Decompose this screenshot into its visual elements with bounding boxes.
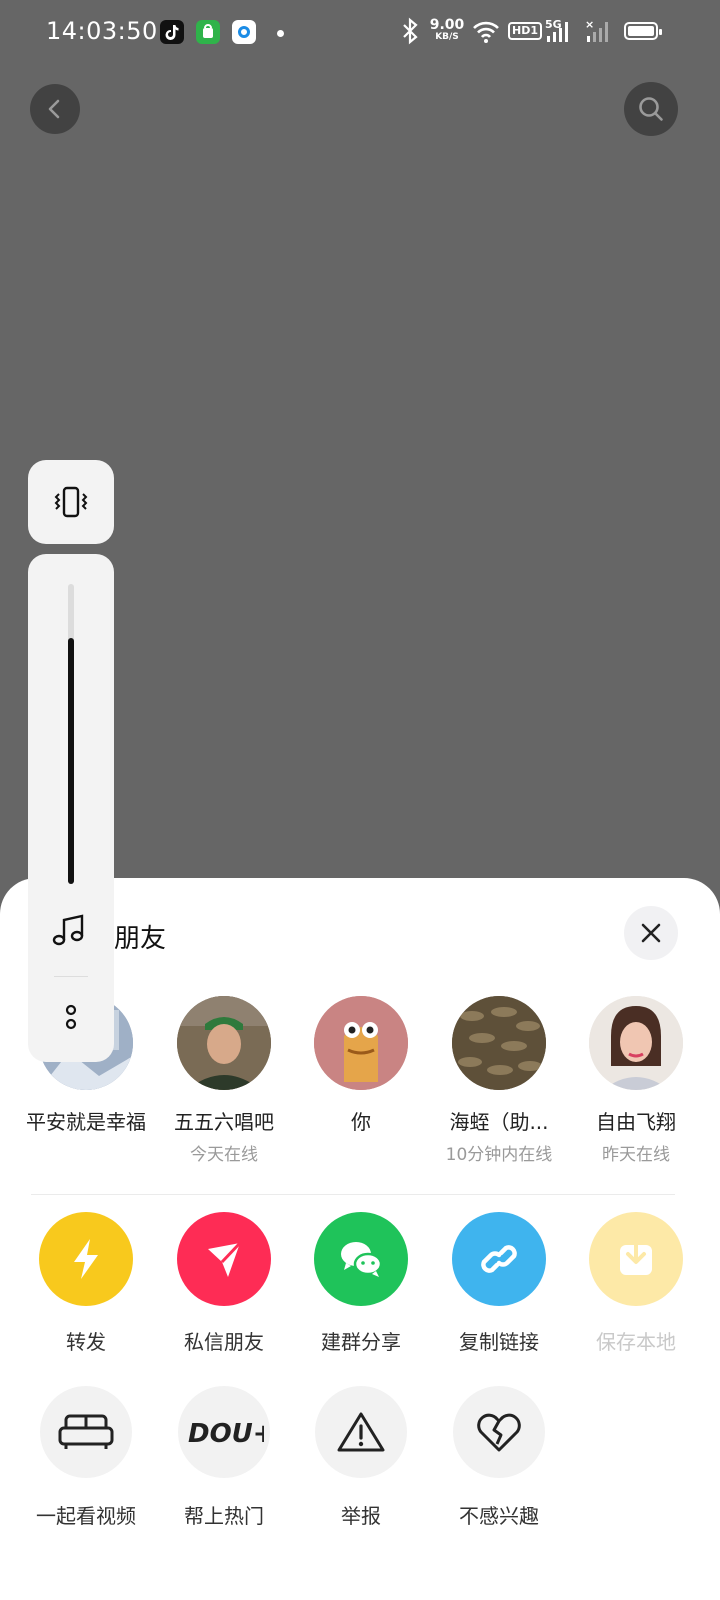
bluetooth-icon	[400, 16, 420, 50]
warning-icon	[337, 1412, 385, 1452]
search-button[interactable]	[624, 82, 678, 136]
volume-divider	[54, 976, 88, 977]
volume-slider[interactable]	[68, 584, 74, 884]
section-divider	[31, 1194, 675, 1195]
shop-notification-icon	[196, 20, 220, 44]
avatar	[452, 996, 546, 1090]
copy-link-circle	[452, 1212, 546, 1306]
save-local-circle	[589, 1212, 683, 1306]
battery-icon	[624, 22, 662, 40]
avatar	[177, 996, 271, 1090]
dou-plus-circle: DOU+	[178, 1386, 270, 1478]
watch-together-circle	[40, 1386, 132, 1478]
avatar	[314, 996, 408, 1090]
search-icon	[639, 97, 663, 121]
group-share-button[interactable]: 建群分享	[291, 1212, 431, 1355]
status-time: 14:03:50	[46, 17, 158, 45]
copy-link-button[interactable]: 复制链接	[429, 1212, 569, 1355]
private-message-circle	[177, 1212, 271, 1306]
private-message-button[interactable]: 私信朋友	[154, 1212, 294, 1355]
friend-name: 平安就是幸福	[26, 1110, 146, 1134]
volume-slider-fill	[68, 638, 74, 884]
friend-item[interactable]: 海蛭（助... 10分钟内在线	[429, 996, 569, 1165]
forward-button[interactable]: 转发	[16, 1212, 156, 1355]
action-label: 一起看视频	[36, 1504, 136, 1528]
sofa-icon	[58, 1414, 114, 1449]
vibrate-mode-button[interactable]	[28, 460, 114, 544]
broken-heart-icon	[477, 1413, 521, 1452]
friend-name: 五五六唱吧	[174, 1110, 274, 1134]
report-button[interactable]: 举报	[291, 1386, 431, 1529]
browser-notification-icon	[232, 20, 256, 44]
share-label: 转发	[66, 1330, 106, 1354]
friend-status: 昨天在线	[602, 1145, 670, 1165]
wechat-icon	[341, 1242, 383, 1277]
friend-item[interactable]: 自由飞翔 昨天在线	[566, 996, 706, 1165]
more-notifications-dot	[277, 30, 284, 37]
close-button[interactable]	[624, 906, 678, 960]
link-icon	[481, 1245, 517, 1273]
friend-item[interactable]: 你	[291, 996, 431, 1140]
not-interested-circle	[453, 1386, 545, 1478]
wifi-icon	[472, 16, 500, 50]
friend-status: 10分钟内在线	[445, 1145, 553, 1165]
friend-name: 你	[351, 1110, 371, 1134]
friend-name: 海蛭（助...	[449, 1110, 549, 1134]
close-icon	[641, 923, 661, 943]
vibrate-icon	[54, 486, 88, 518]
signal-5g-icon: 5G	[545, 16, 577, 50]
group-share-circle	[314, 1212, 408, 1306]
forward-circle	[39, 1212, 133, 1306]
tiktok-notification-icon	[160, 20, 184, 44]
avatar	[589, 996, 683, 1090]
network-speed-value: 9.00	[429, 17, 465, 33]
share-label: 私信朋友	[184, 1330, 264, 1354]
save-local-button[interactable]: 保存本地	[566, 1212, 706, 1355]
not-interested-button[interactable]: 不感兴趣	[429, 1386, 569, 1529]
share-label: 建群分享	[321, 1330, 401, 1354]
download-icon	[620, 1237, 652, 1275]
send-icon	[208, 1241, 242, 1277]
volume-panel	[28, 554, 114, 1062]
share-label: 复制链接	[459, 1330, 539, 1354]
dou-plus-logo-text: DOU+	[188, 1419, 264, 1449]
volume-more-button[interactable]	[61, 1002, 81, 1036]
sheet-title: 朋友	[114, 924, 167, 954]
back-button[interactable]	[30, 84, 80, 134]
friend-item[interactable]: 五五六唱吧 今天在线	[154, 996, 294, 1165]
signal-sim2-icon: ×	[585, 16, 617, 50]
dou-plus-icon: DOU+	[188, 1419, 264, 1449]
network-speed-unit: KB/S	[435, 32, 459, 42]
network-speed: 9.00 KB/S	[428, 18, 466, 42]
report-circle	[315, 1386, 407, 1478]
friend-status: 今天在线	[190, 1145, 258, 1165]
music-note-icon	[50, 910, 90, 954]
share-label: 保存本地	[596, 1330, 676, 1354]
svg-text:×: ×	[585, 18, 594, 31]
status-bar: 14:03:50 9.00 KB/S HD1 5G ×	[0, 0, 720, 64]
action-label: 不感兴趣	[459, 1504, 539, 1528]
action-label: 举报	[341, 1504, 381, 1528]
watch-together-button[interactable]: 一起看视频	[16, 1386, 156, 1529]
action-label: 帮上热门	[184, 1504, 264, 1528]
lightning-icon	[74, 1239, 98, 1279]
dou-plus-button[interactable]: DOU+ 帮上热门	[154, 1386, 294, 1529]
friend-name: 自由飞翔	[596, 1110, 676, 1134]
hd-voice-badge: HD1	[508, 22, 542, 40]
chevron-left-icon	[48, 99, 60, 119]
more-vertical-icon	[65, 1004, 77, 1030]
